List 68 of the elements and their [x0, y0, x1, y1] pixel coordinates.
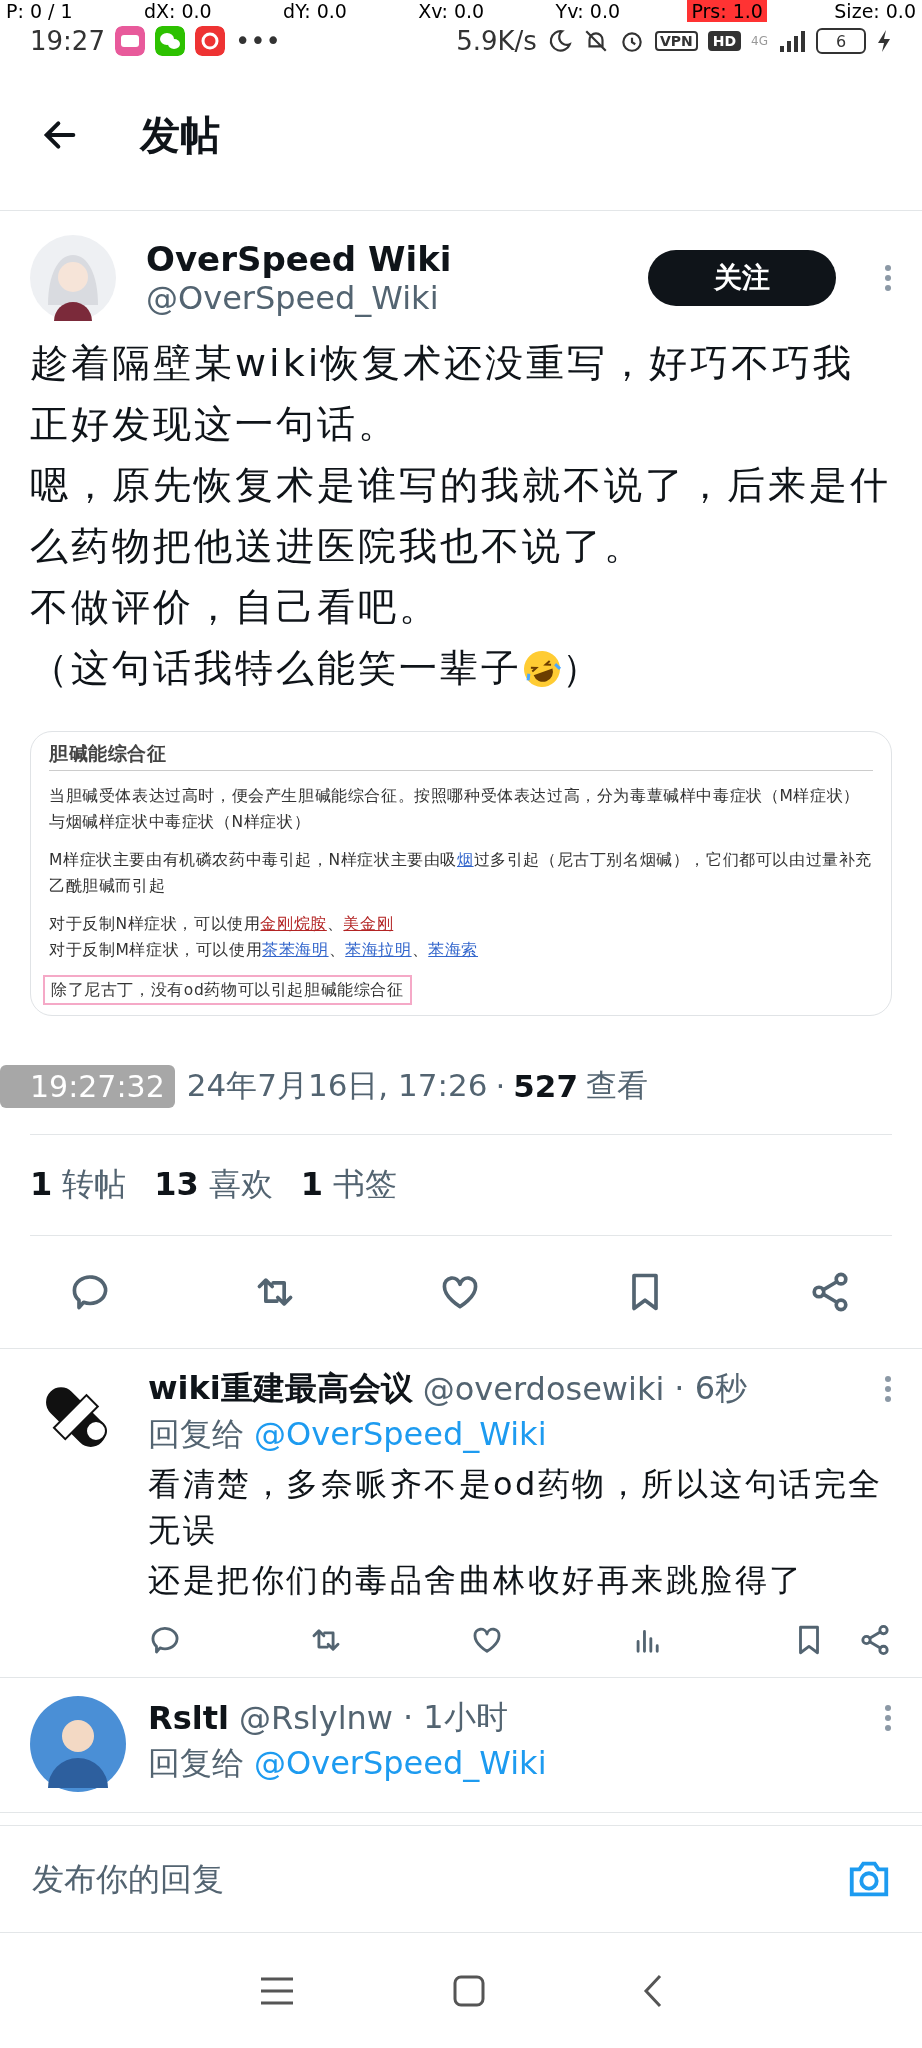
separator: · — [495, 1068, 506, 1104]
reply-time: · 6秒 — [674, 1368, 747, 1409]
reply-text: 还是把你们的毒品舍曲林收好再来跳脸得了 — [148, 1560, 805, 1601]
paragraph: 对于反制N样症状，可以使用金刚烷胺、美金刚 — [49, 914, 395, 935]
highlighted-sentence: 除了尼古丁，没有od药物可以引起胆碱能综合征 — [43, 975, 412, 1005]
wiki-link[interactable]: 苯海拉明 — [345, 941, 412, 959]
post-text: （这句话我特么能笑一辈子 — [30, 645, 522, 692]
debug-readout: Prs: 1.0 — [687, 0, 767, 22]
quoted-screenshot[interactable] — [30, 731, 892, 1016]
debug-readout: Size: 0.0 — [833, 0, 917, 22]
paragraph: 对于反制M样症状，可以使用茶苯海明、苯海拉明、苯海索 — [49, 940, 480, 961]
debug-readout: Xv: 0.0 — [417, 0, 486, 22]
app-icon — [114, 26, 145, 56]
home-square-icon[interactable] — [453, 1974, 485, 2007]
vpn-indicator: VPN — [654, 31, 698, 51]
follow-button[interactable]: 关注 — [648, 250, 836, 306]
wiki-link[interactable]: 烟 — [456, 851, 474, 869]
avatar[interactable] — [30, 235, 116, 321]
avatar[interactable] — [30, 1696, 126, 1792]
wiki-link[interactable]: 美金刚 — [343, 915, 394, 933]
reply-text: 看清楚，多奈哌齐不是od药物，所以这句话完全无误 — [148, 1464, 884, 1551]
menu-icon[interactable] — [259, 1975, 295, 2006]
post-text: ） — [562, 645, 603, 692]
views-label: 查看 — [586, 1066, 648, 1105]
stat-count[interactable]: 1 书签 — [300, 1163, 398, 1207]
debug-readout: dY: 0.0 — [282, 0, 348, 22]
paragraph: M样症状主要由有机磷农药中毒引起，N样症状主要由吸烟过多引起（尼古丁别名烟碱），它们都可以由过量补充乙酰胆碱而引起 — [49, 850, 873, 897]
battery-level: 6 — [816, 28, 866, 54]
post-date: 24年7月16日, 17:26 — [186, 1066, 488, 1105]
charging-icon — [876, 29, 892, 53]
reply-author[interactable]: wiki重建最高会议 — [148, 1367, 413, 1411]
author-name[interactable]: OverSpeed Wiki — [146, 239, 618, 279]
section-heading: 胆碱能综合征 — [49, 736, 873, 771]
wiki-link[interactable]: 苯海索 — [428, 941, 479, 959]
author-handle[interactable]: @OverSpeed_Wiki — [146, 279, 618, 317]
network-type: 4G — [751, 34, 768, 48]
more-options-icon[interactable] — [884, 1704, 892, 1732]
reply-to-label: 回复给 — [148, 1414, 244, 1455]
more-options-icon[interactable] — [884, 1375, 892, 1403]
reply-to-label: 回复给 — [148, 1743, 244, 1784]
reply-handle[interactable]: @Rslylnw — [238, 1699, 393, 1737]
post-text: 嗯，原先恢复术是谁写的我就不说了，后来是什么药物把他送进医院我也不说了。 — [30, 462, 892, 570]
wiki-link[interactable]: 金刚烷胺 — [260, 915, 327, 933]
more-indicator: ••• — [234, 26, 281, 56]
view-count: 527 — [513, 1068, 578, 1104]
share-icon[interactable] — [858, 1623, 892, 1657]
debug-readout: dX: 0.0 — [142, 0, 213, 22]
reply-handle[interactable]: @overdosewiki — [422, 1370, 665, 1408]
debug-readout: P: 0 / 1 — [5, 0, 74, 22]
signal-icon — [778, 30, 806, 52]
back-chevron-icon[interactable] — [643, 1973, 663, 2008]
more-options-icon[interactable] — [884, 264, 892, 292]
chat-app-icon — [154, 26, 185, 56]
post-text: 趁着隔壁某wiki恢复术还没重写，好巧不巧我正好发现这一句话。 — [30, 340, 856, 448]
net-speed: 5.9K/s — [456, 26, 537, 56]
paragraph: 当胆碱受体表达过高时，便会产生胆碱能综合征。按照哪种受体表达过高，分为毒蕈碱样中毒症状（M样症状）与烟碱样症状中毒症状（N样症状） — [49, 786, 861, 833]
reply-author[interactable]: Rsltl — [148, 1699, 229, 1737]
reply-time: · 1小时 — [403, 1697, 508, 1738]
hd-indicator: HD — [707, 31, 742, 51]
clock: 19:27 — [30, 26, 105, 56]
stat-count[interactable]: 13 喜欢 — [154, 1163, 273, 1207]
debug-readout: Yv: 0.0 — [554, 0, 622, 22]
stat-count[interactable]: 1 转帖 — [30, 1163, 127, 1207]
post-text: 不做评价，自己看吧。 — [30, 584, 441, 631]
page-title: 发帖 — [140, 110, 220, 160]
timestamp-overlay: 19:27:32 — [0, 1064, 175, 1108]
laughing-emoji-icon — [522, 648, 562, 689]
wiki-link[interactable]: 茶苯海明 — [262, 941, 329, 959]
